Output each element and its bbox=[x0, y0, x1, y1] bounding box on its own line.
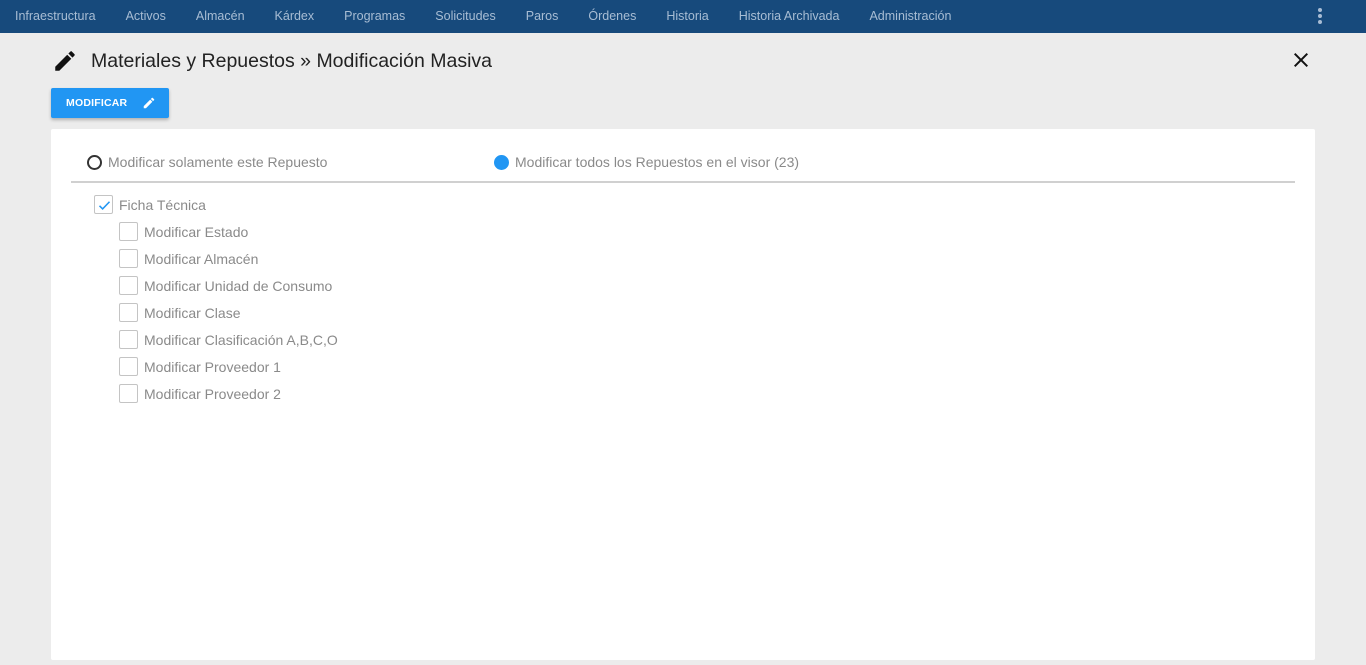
checkbox-unchecked-icon bbox=[119, 303, 138, 322]
checkbox-modificar-almacen[interactable]: Modificar Almacén bbox=[94, 245, 338, 272]
checkbox-label: Modificar Proveedor 1 bbox=[144, 358, 281, 375]
nav-item-programas[interactable]: Programas bbox=[344, 0, 405, 33]
modify-button-label: MODIFICAR bbox=[66, 97, 128, 109]
page-header: Materiales y Repuestos » Modificación Ma… bbox=[52, 47, 492, 75]
nav-item-kardex[interactable]: Kárdex bbox=[275, 0, 315, 33]
checkbox-modificar-proveedor-2[interactable]: Modificar Proveedor 2 bbox=[94, 380, 338, 407]
radio-modify-single[interactable]: Modificar solamente este Repuesto bbox=[87, 154, 327, 170]
checkbox-label: Modificar Proveedor 2 bbox=[144, 385, 281, 402]
nav-item-ordenes[interactable]: Órdenes bbox=[588, 0, 636, 33]
checkbox-ficha-tecnica[interactable]: Ficha Técnica bbox=[94, 191, 338, 218]
nav-item-paros[interactable]: Paros bbox=[526, 0, 559, 33]
checkbox-label: Modificar Clasificación A,B,C,O bbox=[144, 331, 338, 348]
radio-label: Modificar solamente este Repuesto bbox=[108, 154, 328, 170]
field-checklist: Ficha Técnica Modificar Estado Modificar… bbox=[94, 191, 338, 407]
nav-item-almacen[interactable]: Almacén bbox=[196, 0, 245, 33]
radio-modify-all[interactable]: Modificar todos los Repuestos en el viso… bbox=[494, 154, 799, 170]
more-vert-icon[interactable] bbox=[1312, 6, 1328, 26]
nav-item-solicitudes[interactable]: Solicitudes bbox=[435, 0, 495, 33]
nav-item-historia[interactable]: Historia bbox=[666, 0, 708, 33]
divider bbox=[71, 181, 1295, 183]
radio-unselected-icon bbox=[87, 154, 102, 170]
checkbox-modificar-estado[interactable]: Modificar Estado bbox=[94, 218, 338, 245]
checkbox-modificar-proveedor-1[interactable]: Modificar Proveedor 1 bbox=[94, 353, 338, 380]
checkbox-unchecked-icon bbox=[119, 330, 138, 349]
checkbox-label: Modificar Unidad de Consumo bbox=[144, 277, 333, 294]
pencil-icon bbox=[55, 51, 75, 71]
checkbox-unchecked-icon bbox=[119, 384, 138, 403]
scope-radio-group: Modificar solamente este Repuesto Modifi… bbox=[87, 154, 1287, 172]
nav-item-infraestructura[interactable]: Infraestructura bbox=[15, 0, 96, 33]
radio-label: Modificar todos los Repuestos en el viso… bbox=[515, 154, 800, 170]
nav-menu: Infraestructura Activos Almacén Kárdex P… bbox=[0, 0, 981, 33]
checkbox-unchecked-icon bbox=[119, 276, 138, 295]
kebab-dot bbox=[1318, 8, 1322, 12]
kebab-dot bbox=[1318, 20, 1322, 24]
pencil-icon bbox=[144, 97, 155, 109]
modification-card: Modificar solamente este Repuesto Modifi… bbox=[51, 129, 1315, 660]
checkbox-modificar-unidad-consumo[interactable]: Modificar Unidad de Consumo bbox=[94, 272, 338, 299]
checkmark-icon bbox=[98, 201, 111, 211]
checkbox-unchecked-icon bbox=[119, 249, 138, 268]
modify-button[interactable]: MODIFICAR bbox=[51, 88, 169, 118]
checkbox-checked-icon bbox=[94, 195, 113, 214]
checkbox-unchecked-icon bbox=[119, 357, 138, 376]
kebab-dot bbox=[1318, 14, 1322, 18]
close-icon[interactable] bbox=[1289, 48, 1313, 72]
checkbox-modificar-clase[interactable]: Modificar Clase bbox=[94, 299, 338, 326]
nav-item-administracion[interactable]: Administración bbox=[869, 0, 951, 33]
nav-item-activos[interactable]: Activos bbox=[126, 0, 166, 33]
checkbox-label: Ficha Técnica bbox=[119, 196, 206, 213]
page-title: Materiales y Repuestos » Modificación Ma… bbox=[91, 49, 493, 72]
radio-selected-icon bbox=[494, 154, 509, 170]
checkbox-label: Modificar Almacén bbox=[144, 250, 259, 267]
checkbox-modificar-clasificacion[interactable]: Modificar Clasificación A,B,C,O bbox=[94, 326, 338, 353]
checkbox-label: Modificar Clase bbox=[144, 304, 241, 321]
checkbox-label: Modificar Estado bbox=[144, 223, 249, 240]
top-navigation-bar: Infraestructura Activos Almacén Kárdex P… bbox=[0, 0, 1366, 33]
checkbox-unchecked-icon bbox=[119, 222, 138, 241]
nav-item-historia-archivada[interactable]: Historia Archivada bbox=[739, 0, 840, 33]
